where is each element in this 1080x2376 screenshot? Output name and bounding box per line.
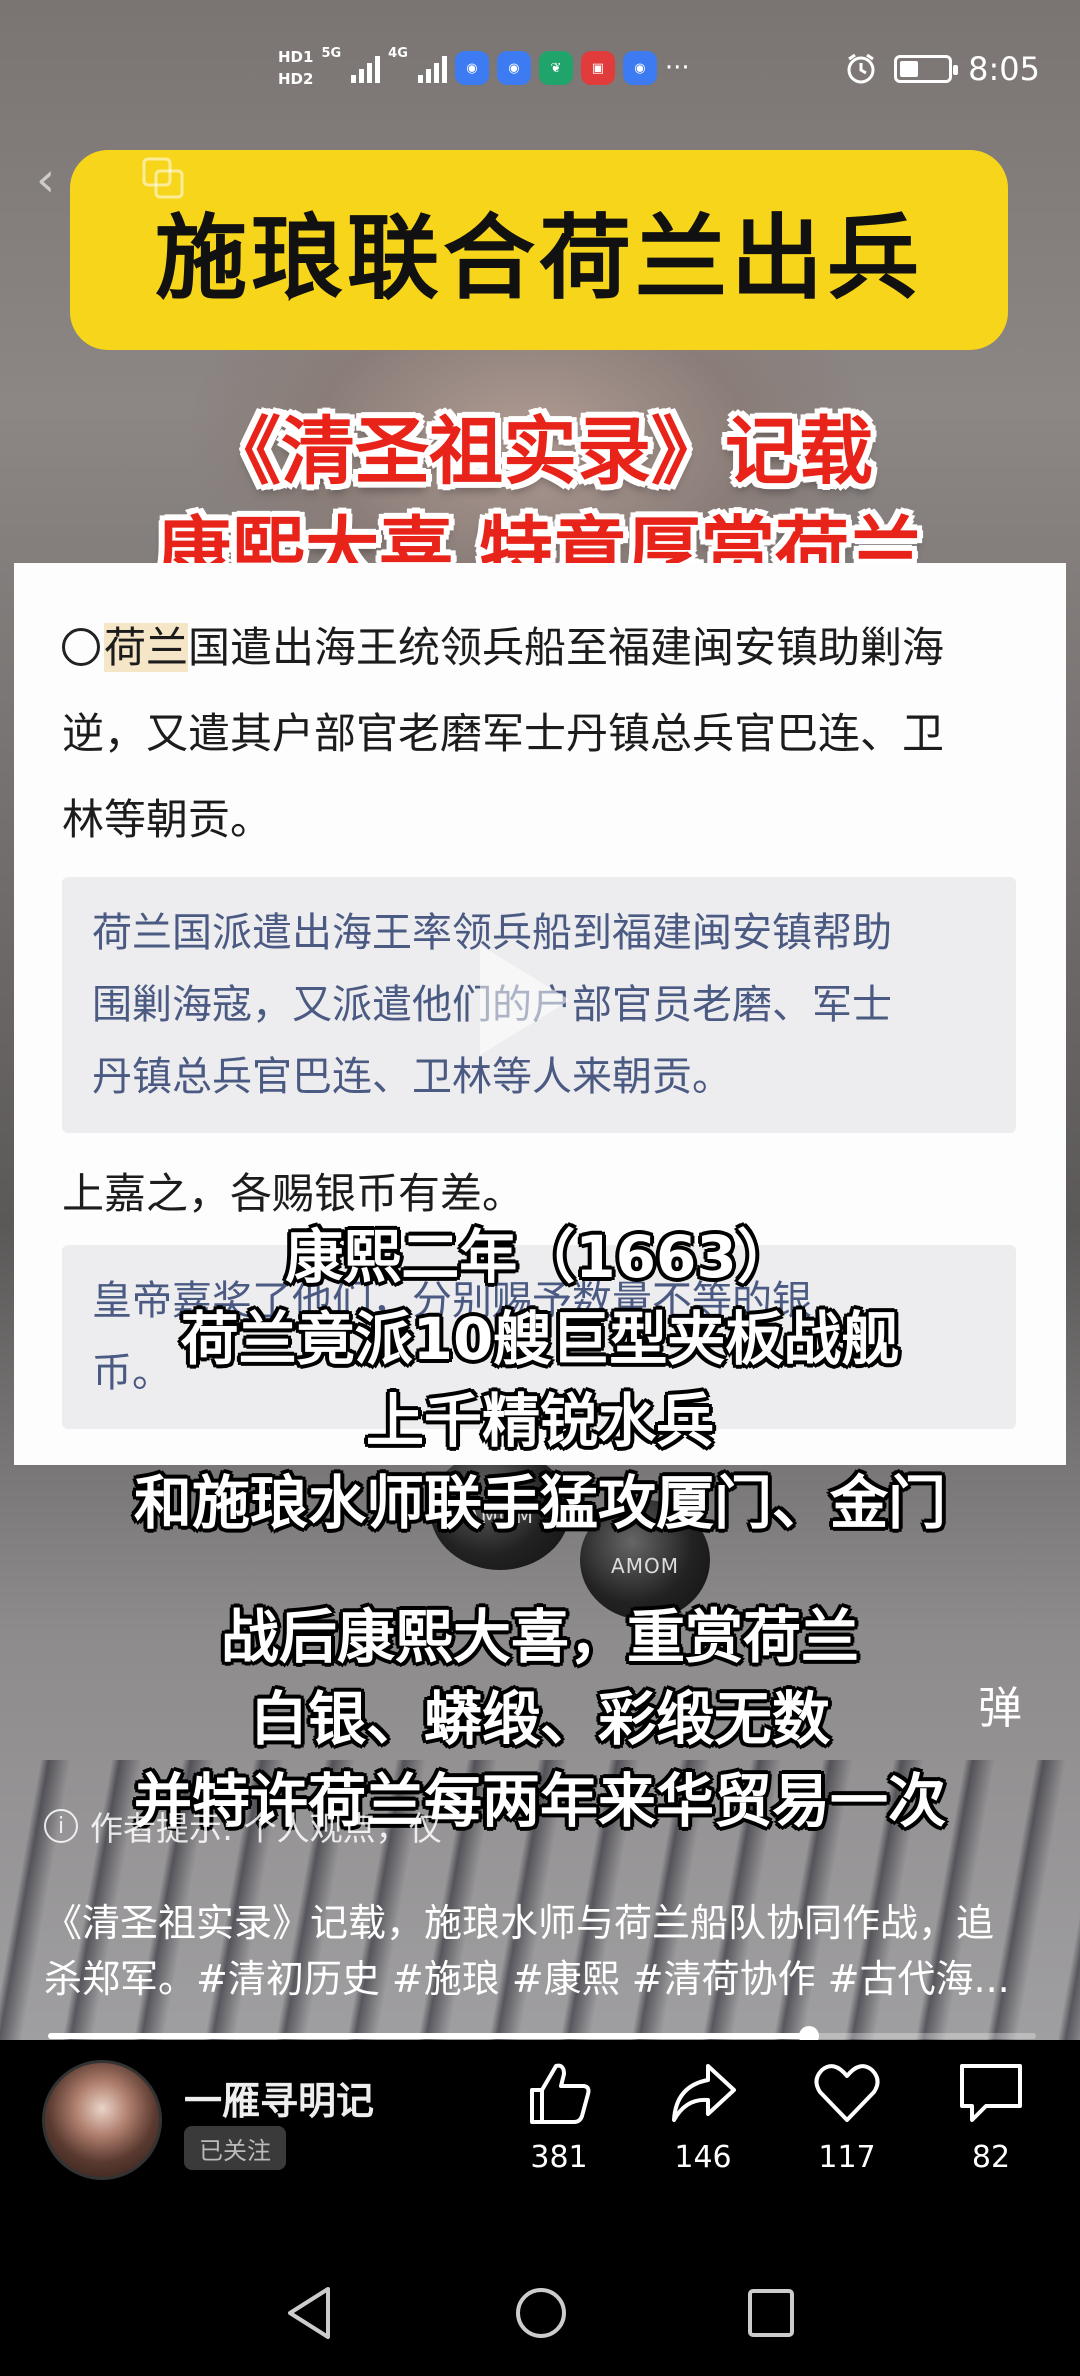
app-notification-icon: ◉: [622, 51, 657, 85]
clock: 8:05: [968, 50, 1040, 88]
share-icon: [672, 2064, 736, 2122]
subtitle-line: 白银、蟒缎、彩缎无数: [249, 1685, 830, 1753]
author-tip: i 作者提示: 个人观点，仅: [44, 1802, 442, 1850]
subtitle-line: 上千精锐水兵: [365, 1387, 714, 1455]
like-count: 381: [530, 2140, 588, 2175]
danmu-toggle-button[interactable]: 弹: [978, 1672, 1022, 1736]
share-button[interactable]: 146: [648, 2060, 758, 2175]
video-description[interactable]: 《清圣祖实录》记载，施琅水师与荷兰船队协同作战，追 杀郑军。#清初历史 #施琅 …: [44, 1895, 1044, 2007]
app-notification-icon: ▣: [580, 51, 615, 85]
video-frame[interactable]: AMOM AMOM HD1 HD2 5G 4G ◉ ◉ ❦ ▣ ◉ ··· 8:…: [0, 0, 1080, 2040]
comment-icon: [960, 2064, 1022, 2122]
comment-count: 82: [971, 2140, 1011, 2175]
play-icon[interactable]: [480, 945, 570, 1055]
subtitle-line: 战后康熙大喜，重赏荷兰: [220, 1603, 859, 1671]
battery-icon: [894, 55, 959, 83]
network-5g: 5G: [321, 46, 342, 61]
copy-icon[interactable]: [140, 155, 188, 203]
avatar[interactable]: [42, 2060, 162, 2180]
share-count: 146: [674, 2140, 732, 2175]
app-notification-icon: ❦: [538, 51, 573, 85]
circle-marker: [62, 628, 100, 666]
follow-button[interactable]: 已关注: [184, 2126, 286, 2170]
alarm-icon: [847, 53, 875, 84]
network-4g: 4G: [388, 46, 408, 61]
progress-knob[interactable]: [799, 2026, 819, 2040]
app-notification-icon: ◉: [454, 51, 489, 85]
subtitle-line: 荷兰竟派10艘巨型夹板战舰: [180, 1305, 900, 1373]
banner-title: 施琅联合荷兰出兵: [70, 150, 1008, 350]
favorite-button[interactable]: 117: [792, 2060, 902, 2175]
progress-fill: [48, 2033, 809, 2039]
back-icon[interactable]: ‹: [36, 155, 76, 205]
signal-icon: [417, 53, 447, 83]
status-bar: HD1 HD2 5G 4G ◉ ◉ ❦ ▣ ◉ ··· 8:05: [0, 40, 1080, 110]
subtitle-line: 康熙二年（1663）: [285, 1223, 795, 1291]
comment-button[interactable]: 82: [936, 2060, 1046, 2175]
nav-recents-icon[interactable]: [746, 2285, 796, 2341]
original-text-1: 荷兰国遣出海王统领兵船至福建闽安镇助剿海 逆，又遣其户部官老磨军士丹镇总兵官巴连…: [62, 623, 945, 844]
heart-icon: [814, 2064, 880, 2122]
favorite-count: 117: [818, 2140, 876, 2175]
nav-back-icon[interactable]: [284, 2285, 334, 2341]
channel-name[interactable]: 一雁寻明记: [184, 2070, 374, 2125]
nav-home-icon[interactable]: [514, 2285, 568, 2341]
app-notification-icon: ◉: [496, 51, 531, 85]
hd-indicator: HD1 HD2: [278, 48, 314, 88]
subtitle-line: 和施琅水师联手猛攻厦门、金门: [133, 1469, 946, 1537]
info-icon: i: [44, 1809, 78, 1843]
red-title-line1: 《清圣祖实录》记载: [207, 409, 873, 495]
signal-icon: [351, 53, 381, 83]
more-notifications: ···: [664, 53, 690, 83]
like-button[interactable]: 381: [504, 2060, 614, 2175]
like-icon: [530, 2063, 591, 2124]
